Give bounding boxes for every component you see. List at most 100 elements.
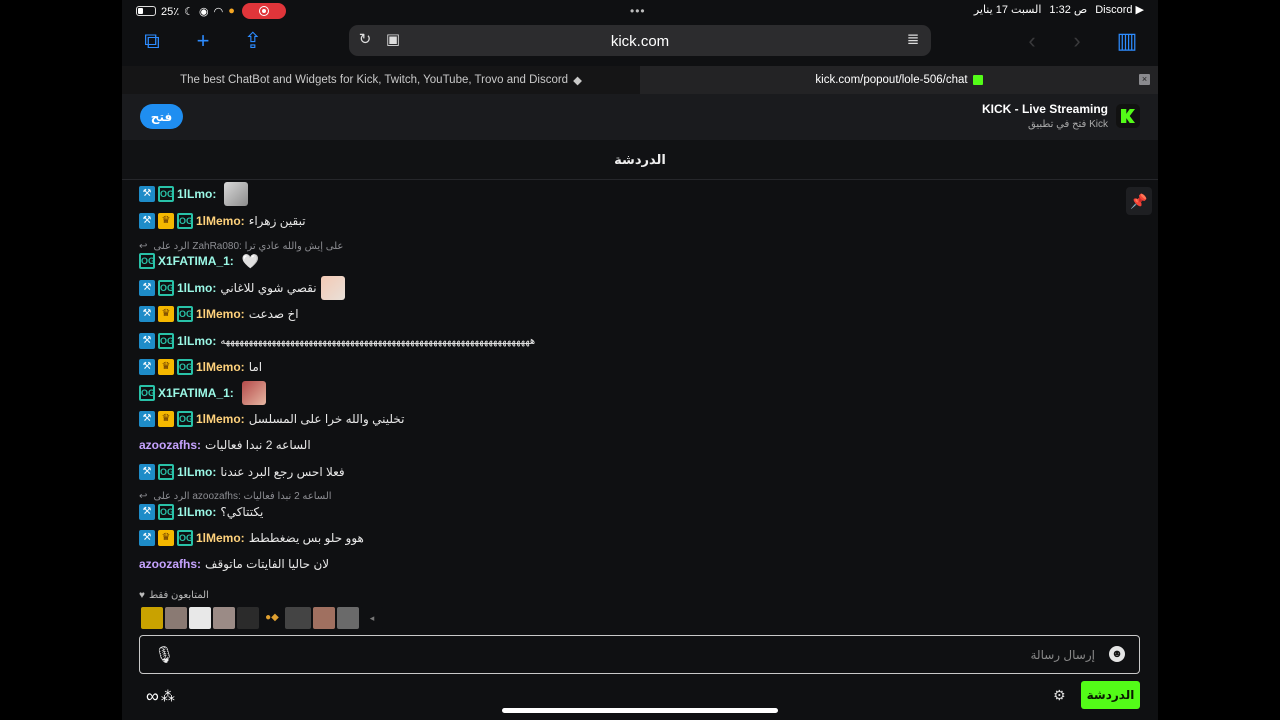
chat-message[interactable]: ⚒ ♛ OG 1lMemo: اما bbox=[139, 357, 262, 377]
chat-message[interactable]: ⚒ OG 1lLmo: هههههههههههههههههههههههههههه… bbox=[139, 331, 536, 351]
moderator-badge-icon: ⚒ bbox=[139, 333, 155, 349]
sidebar-icon[interactable]: ▥ bbox=[1115, 29, 1139, 53]
chat-username[interactable]: 1lLmo: bbox=[177, 281, 216, 295]
reply-context[interactable]: ↩ الرد على azoozafhs: الساعه 2 نبدا فعال… bbox=[139, 489, 332, 503]
og-badge-icon: OG bbox=[139, 253, 155, 269]
chat-username[interactable]: X1FATIMA_1: bbox=[158, 254, 234, 268]
chat-username[interactable]: 1lMemo: bbox=[196, 307, 245, 321]
wifi-icon: ◠ bbox=[213, 5, 224, 18]
emote-icon[interactable]: ●◆ bbox=[261, 607, 283, 629]
vip-crown-icon: ♛ bbox=[158, 411, 174, 427]
chat-title: الدردشة bbox=[122, 140, 1158, 180]
vip-crown-icon: ♛ bbox=[158, 530, 174, 546]
pin-icon[interactable]: 📌 bbox=[1126, 187, 1152, 215]
emote-icon[interactable] bbox=[141, 607, 163, 629]
chat-username[interactable]: 1lMemo: bbox=[196, 214, 245, 228]
og-badge-icon: OG bbox=[139, 385, 155, 401]
chat-username[interactable]: 1lLmo: bbox=[177, 465, 216, 479]
dot-icon: ● bbox=[228, 5, 235, 17]
kick-logo-icon bbox=[1116, 104, 1140, 128]
chat-message[interactable]: OG X1FATIMA_1: bbox=[139, 381, 266, 405]
app-subtitle: فتح في تطبيق Kick bbox=[1028, 119, 1108, 130]
chat-text: هوو حلو بس يضغططط bbox=[248, 531, 364, 545]
emote-icon[interactable] bbox=[285, 607, 311, 629]
gear-icon[interactable]: ⚙ bbox=[1053, 687, 1066, 704]
emote-icon bbox=[224, 182, 249, 206]
ipad-screen: 25٪ ☾ ◉ ◠ ● ••• السبت 17 يناير 1:32 ص Di… bbox=[122, 0, 1158, 720]
chat-message[interactable]: ⚒ ♛ OG 1lMemo: تبقين زهراء bbox=[139, 211, 306, 231]
back-icon[interactable]: ‹ bbox=[1020, 29, 1044, 53]
reply-text: الرد على ZahRa080: على إيش والله عادي تر… bbox=[153, 240, 344, 252]
infinity-icon[interactable]: ∞ bbox=[146, 686, 159, 707]
chat-message[interactable]: ⚒ OG 1lLmo: فعلا احس رجع البرد عندنا bbox=[139, 462, 345, 482]
moderator-badge-icon: ⚒ bbox=[139, 359, 155, 375]
chat-message[interactable]: ⚒ OG 1lLmo: يكتتاكي؟ bbox=[139, 502, 263, 522]
forward-icon[interactable]: › bbox=[1065, 29, 1089, 53]
chat-username[interactable]: 1lMemo: bbox=[196, 531, 245, 545]
kick-favicon-icon bbox=[972, 75, 983, 85]
chat-message[interactable]: azoozafhs: الساعه 2 نبدا فعاليات bbox=[139, 435, 311, 455]
chat-message[interactable]: azoozafhs: لان حاليا الفايتات ماتوقف bbox=[139, 554, 329, 574]
mic-icon[interactable]: 🎙 bbox=[154, 645, 174, 665]
emote-icon[interactable] bbox=[313, 607, 335, 629]
home-indicator[interactable] bbox=[502, 708, 778, 713]
og-badge-icon: OG bbox=[177, 530, 193, 546]
tab-kick-chat[interactable]: kick.com/popout/lole-506/chat × bbox=[640, 66, 1158, 94]
chat-text: اخ صدعت bbox=[248, 307, 299, 321]
multitask-dots[interactable]: ••• bbox=[630, 4, 646, 18]
og-badge-icon: OG bbox=[177, 411, 193, 427]
chat-text: لان حاليا الفايتات ماتوقف bbox=[205, 557, 330, 571]
chat-username[interactable]: 1lLmo: bbox=[177, 334, 216, 348]
emote-icon[interactable] bbox=[165, 607, 187, 629]
chat-message[interactable]: OG X1FATIMA_1: 🤍 bbox=[139, 251, 259, 271]
tabs-icon[interactable]: ⧉ bbox=[140, 29, 164, 53]
chat-username[interactable]: azoozafhs: bbox=[139, 557, 201, 571]
emote-icon[interactable] bbox=[189, 607, 211, 629]
tab-chatbot[interactable]: The best ChatBot and Widgets for Kick, T… bbox=[122, 66, 640, 94]
moderator-badge-icon: ⚒ bbox=[139, 530, 155, 546]
plus-icon[interactable]: + bbox=[191, 29, 215, 53]
chat-username[interactable]: 1lMemo: bbox=[196, 412, 245, 426]
reply-text: الرد على azoozafhs: الساعه 2 نبدا فعاليا… bbox=[153, 490, 332, 502]
chat-username[interactable]: X1FATIMA_1: bbox=[158, 386, 234, 400]
chat-message[interactable]: ⚒ ♛ OG 1lMemo: اخ صدعت bbox=[139, 304, 299, 324]
tab-favicon-icon: ◆ bbox=[573, 75, 582, 87]
chat-message[interactable]: ⚒ OG 1lLmo: bbox=[139, 182, 249, 206]
tab-label: kick.com/popout/lole-506/chat bbox=[815, 74, 968, 86]
screen-record-indicator[interactable] bbox=[241, 3, 286, 19]
open-app-button[interactable]: فتح bbox=[140, 104, 183, 129]
chat-username[interactable]: 1lLmo: bbox=[177, 187, 216, 201]
og-badge-icon: OG bbox=[177, 306, 193, 322]
status-time: 1:32 ص bbox=[1049, 4, 1088, 16]
url-text[interactable]: kick.com bbox=[349, 33, 931, 50]
battery-icon bbox=[136, 6, 156, 16]
emote-icon[interactable] bbox=[213, 607, 235, 629]
status-right: السبت 17 يناير 1:32 ص Discord ▶ bbox=[974, 3, 1144, 16]
address-bar[interactable]: ↻ ▣ kick.com ≣ bbox=[349, 25, 931, 56]
emote-icon[interactable] bbox=[237, 607, 259, 629]
battery-percent: 25٪ bbox=[161, 5, 180, 18]
chat-text: يكتتاكي؟ bbox=[220, 505, 264, 519]
chat-username[interactable]: 1lLmo: bbox=[177, 505, 216, 519]
reader-icon[interactable]: ≣ bbox=[903, 30, 923, 50]
letterbox-left bbox=[0, 0, 122, 720]
smile-icon[interactable]: ☻ bbox=[1109, 646, 1125, 662]
moderator-badge-icon: ⚒ bbox=[139, 186, 155, 202]
chat-text: تخليني والله خرا على المسلسل bbox=[248, 412, 405, 426]
back-to-app[interactable]: Discord ▶ bbox=[1095, 3, 1144, 16]
app-title: KICK - Live Streaming bbox=[981, 102, 1108, 116]
chat-message[interactable]: ⚒ ♛ OG 1lMemo: تخليني والله خرا على المس… bbox=[139, 409, 404, 429]
focus-icon: ◉ bbox=[199, 5, 209, 18]
reply-arrow-icon: ↩ bbox=[139, 240, 148, 252]
share-icon[interactable]: ⇪ bbox=[241, 29, 265, 53]
chat-message[interactable]: ⚒ OG 1lLmo: نقصي شوي للاغاني bbox=[139, 276, 345, 300]
emote-icon[interactable]: ◂ bbox=[361, 607, 383, 629]
close-icon[interactable]: × bbox=[1139, 74, 1150, 85]
chat-input[interactable]: 🎙 إرسال رسالة ☻ bbox=[139, 635, 1140, 674]
chat-message[interactable]: ⚒ ♛ OG 1lMemo: هوو حلو بس يضغططط bbox=[139, 528, 364, 548]
dots-cluster-icon[interactable]: ⁂ bbox=[161, 688, 175, 705]
chat-send-button[interactable]: الدردشة bbox=[1081, 681, 1140, 709]
emote-icon[interactable] bbox=[337, 607, 359, 629]
chat-username[interactable]: azoozafhs: bbox=[139, 438, 201, 452]
chat-username[interactable]: 1lMemo: bbox=[196, 360, 245, 374]
